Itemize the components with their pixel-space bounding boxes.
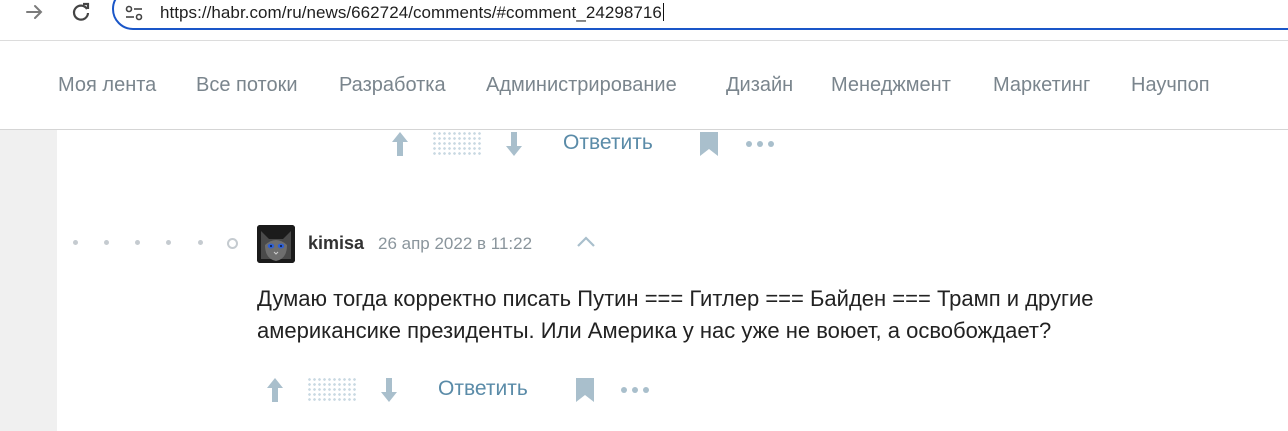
flows-nav: Моя лента Все потоки Разработка Админист…: [0, 41, 1288, 130]
nav-item-marketing[interactable]: Маркетинг: [993, 74, 1090, 97]
comment-text-line: американсике президенты. Или Америка у н…: [257, 318, 1052, 343]
bookmark-icon[interactable]: [575, 377, 595, 403]
comment-timestamp[interactable]: 26 апр 2022 в 11:22: [378, 234, 532, 254]
nav-item-popsci[interactable]: Научпоп: [1131, 74, 1210, 97]
thread-current-level-ring: [227, 238, 238, 249]
more-options-icon[interactable]: [745, 140, 775, 148]
nav-item-all-flows[interactable]: Все потоки: [196, 74, 298, 97]
downvote-arrow-icon[interactable]: [380, 377, 398, 403]
cat-avatar-image: [257, 225, 295, 263]
nav-item-design[interactable]: Дизайн: [726, 74, 793, 97]
url-text[interactable]: https://habr.com/ru/news/662724/comments…: [160, 3, 664, 23]
downvote-arrow-icon[interactable]: [505, 131, 523, 157]
nav-item-management[interactable]: Менеджмент: [831, 74, 951, 97]
score-placeholder: [432, 131, 482, 157]
forward-arrow-icon[interactable]: [24, 2, 46, 22]
reply-button[interactable]: Ответить: [563, 131, 653, 155]
comment-author[interactable]: kimisa: [308, 233, 364, 254]
comment-text-line: Думаю тогда корректно писать Путин === Г…: [257, 286, 1094, 311]
reload-icon[interactable]: [70, 1, 92, 23]
nav-item-my-feed[interactable]: Моя лента: [58, 74, 156, 97]
nav-item-development[interactable]: Разработка: [339, 74, 446, 97]
browser-toolbar: https://habr.com/ru/news/662724/comments…: [0, 0, 1288, 41]
thread-level-dot: [166, 240, 171, 245]
reply-button[interactable]: Ответить: [438, 377, 528, 401]
chevron-up-icon[interactable]: [576, 236, 596, 248]
avatar[interactable]: [257, 225, 295, 263]
more-options-icon[interactable]: [620, 386, 650, 394]
score-placeholder: [307, 377, 357, 403]
bookmark-icon[interactable]: [699, 131, 719, 157]
upvote-arrow-icon[interactable]: [391, 131, 409, 157]
text-cursor: [662, 3, 664, 21]
upvote-arrow-icon[interactable]: [266, 377, 284, 403]
comment-body: Думаю тогда корректно писать Путин === Г…: [257, 283, 1197, 347]
thread-level-dot: [198, 240, 203, 245]
thread-level-dot: [104, 240, 109, 245]
thread-level-dot: [73, 240, 78, 245]
comments-panel: [57, 130, 1288, 431]
nav-item-admin[interactable]: Администрирование: [486, 74, 677, 97]
site-settings-icon[interactable]: [124, 4, 144, 22]
thread-level-dot: [135, 240, 140, 245]
